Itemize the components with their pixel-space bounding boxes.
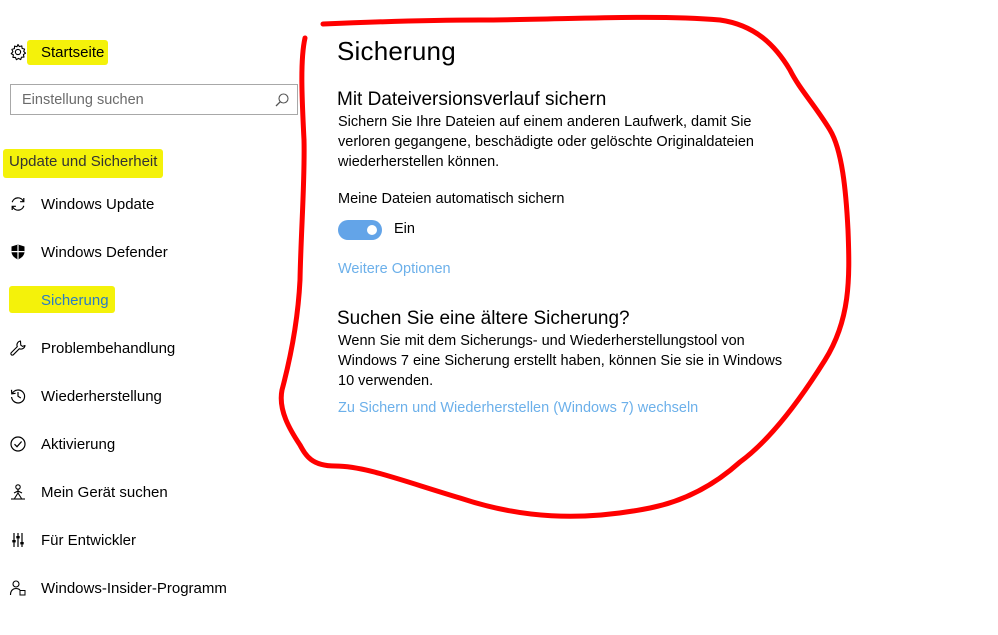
sidebar-item-wiederherstellung[interactable]: Wiederherstellung xyxy=(0,372,300,420)
home-label: Startseite xyxy=(26,39,109,65)
file-history-heading: Mit Dateiversionsverlauf sichern xyxy=(337,89,607,110)
section-title-update-security: Update und Sicherheit xyxy=(2,149,164,178)
sidebar-item-fuer-entwickler[interactable]: Für Entwickler xyxy=(0,516,300,564)
toggle-knob xyxy=(367,225,377,235)
page-title: Sicherung xyxy=(337,36,456,66)
auto-backup-label: Meine Dateien automatisch sichern xyxy=(338,191,565,207)
history-icon xyxy=(9,387,27,405)
check-circle-icon xyxy=(9,435,27,453)
sidebar-item-aktivierung[interactable]: Aktivierung xyxy=(0,420,300,468)
file-history-description: Sichern Sie Ihre Dateien auf einem ander… xyxy=(338,114,754,170)
developer-sliders-icon xyxy=(9,531,27,549)
settings-search-input[interactable] xyxy=(11,85,261,114)
sidebar-item-windows-update[interactable]: Windows Update xyxy=(0,180,300,228)
sidebar-item-label: Wiederherstellung xyxy=(41,387,162,405)
older-backup-heading: Suchen Sie eine ältere Sicherung? xyxy=(337,308,630,329)
sidebar-item-sicherung[interactable]: Sicherung xyxy=(0,276,300,324)
insider-person-icon xyxy=(9,579,27,597)
sidebar-item-label: Aktivierung xyxy=(41,435,116,453)
sidebar-item-windows-insider[interactable]: Windows-Insider-Programm xyxy=(0,564,300,612)
sidebar-item-label: Problembehandlung xyxy=(41,339,176,357)
sidebar-item-mein-geraet-suchen[interactable]: Mein Gerät suchen xyxy=(0,468,300,516)
sidebar-item-windows-defender[interactable]: Windows Defender xyxy=(0,228,300,276)
more-options-link[interactable]: Weitere Optionen xyxy=(338,261,451,277)
sidebar-item-problembehandlung[interactable]: Problembehandlung xyxy=(0,324,300,372)
sidebar-item-label: Für Entwickler xyxy=(41,531,137,549)
sidebar-item-label: Windows Defender xyxy=(41,243,168,261)
toggle-state-label: Ein xyxy=(394,221,415,237)
home-link[interactable]: Startseite xyxy=(9,38,109,66)
shield-icon xyxy=(9,243,27,261)
backup-page: Sicherung Mit Dateiversionsverlauf siche… xyxy=(337,0,977,635)
settings-search-box xyxy=(10,84,298,115)
sidebar-item-label: Windows-Insider-Programm xyxy=(41,579,227,597)
person-locate-icon xyxy=(9,483,27,501)
settings-sidebar: Startseite Update und Sicherheit Windows… xyxy=(0,0,310,635)
sidebar-item-label: Mein Gerät suchen xyxy=(41,483,168,501)
wrench-icon xyxy=(9,339,27,357)
sidebar-item-label: Windows Update xyxy=(41,195,155,213)
refresh-icon xyxy=(9,195,27,213)
auto-backup-toggle[interactable] xyxy=(338,220,382,240)
older-backup-description: Wenn Sie mit dem Sicherungs- und Wiederh… xyxy=(338,333,783,389)
windows7-backup-link[interactable]: Zu Sichern und Wiederherstellen (Windows… xyxy=(338,400,698,416)
search-icon[interactable] xyxy=(273,91,291,109)
sidebar-item-label: Sicherung xyxy=(9,285,115,313)
gear-icon xyxy=(9,43,27,61)
